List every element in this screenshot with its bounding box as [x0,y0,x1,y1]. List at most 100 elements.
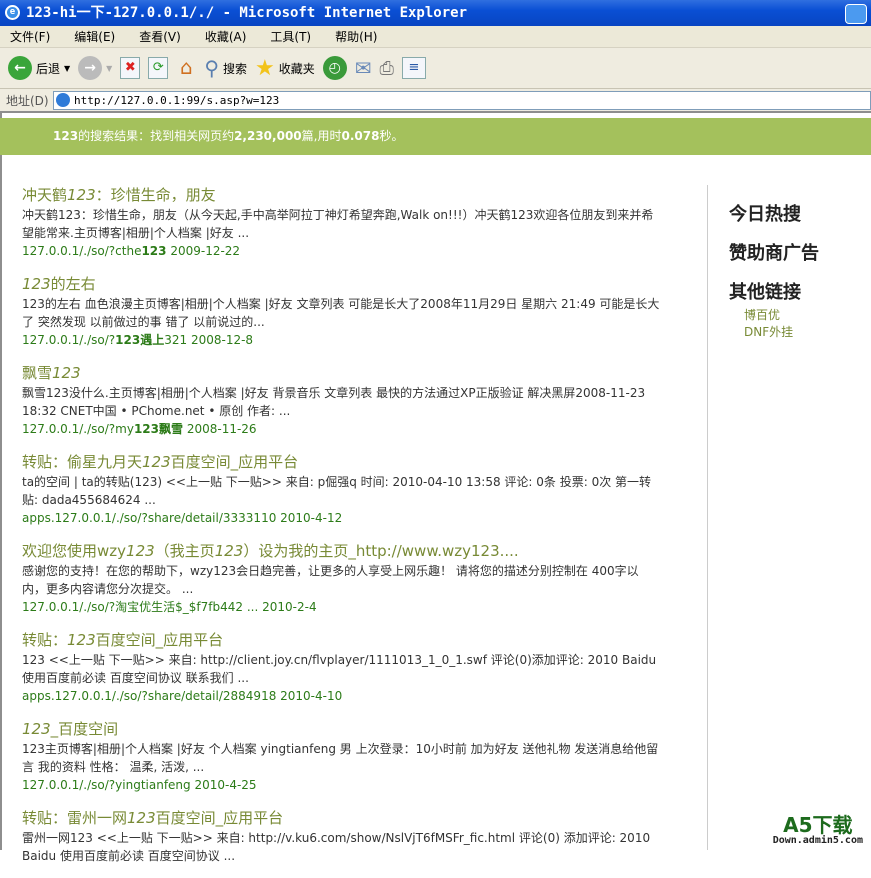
address-label: 地址(D) [6,94,49,108]
result-item: 转贴：雷州一网123百度空间_应用平台 雷州一网123 <<上一贴 下一贴>> 来… [22,807,687,865]
menu-help[interactable]: 帮助(H) [335,26,377,48]
url-segment: 123飘雪 [133,422,184,436]
title-segment: 123 [67,631,96,649]
divider [707,185,708,850]
result-url: 127.0.0.1/./so/?cthe123 2009-12-22 [22,242,687,260]
history-icon[interactable]: ◴ [322,56,347,80]
title-segment: 123 [214,542,244,560]
result-snippet: ta的空间 | ta的转贴(123) <<上一贴 下一贴>> 来自: p倔强q … [22,475,652,507]
watermark-logo: A5下载 Down.admin5.com [773,815,863,846]
summary-text: 篇,用时 [301,129,342,143]
url-segment: 127.0.0.1/./so/? [22,333,116,347]
title-segment: 123 [52,364,81,382]
minimize-button[interactable] [845,4,867,24]
summary-text: 秒。 [379,129,404,143]
result-title-link[interactable]: 123的左右 [22,273,687,295]
title-segment: 123 [142,453,171,471]
sponsor-ads-heading: 赞助商广告 [729,243,819,264]
search-button[interactable]: ⚲ 搜索 [204,56,247,80]
result-snippet: 123主页博客|相册|个人档案 |好友 个人档案 yingtianfeng 男 … [22,742,659,774]
title-segment: 冲天鹤 [22,186,68,204]
url-segment: 127.0.0.1/./so/?yingtianfeng 2010-4-25 [22,778,257,792]
url-segment: 127.0.0.1/./so/?my [22,422,134,436]
window-title-bar: e 123-hi一下-127.0.0.1/./ - Microsoft Inte… [0,0,871,26]
result-item: 123_百度空间 123主页博客|相册|个人档案 |好友 个人档案 yingtia… [22,718,687,794]
menu-file[interactable]: 文件(F) [10,26,50,48]
back-label: 后退 [36,61,61,76]
url-segment: 321 2008-12-8 [164,333,254,347]
result-item: 转贴：偷星九月天123百度空间_应用平台 ta的空间 | ta的转贴(123) <… [22,451,687,527]
menu-view[interactable]: 查看(V) [139,26,181,48]
result-title-link[interactable]: 123_百度空间 [22,718,687,740]
result-snippet: 感谢您的支持！在您的帮助下，wzy123会日趋完善，让更多的人享受上网乐趣！ 请… [22,564,639,596]
result-title-link[interactable]: 转贴：123百度空间_应用平台 [22,629,687,651]
result-title-link[interactable]: 飘雪123 [22,362,687,384]
url-segment: 127.0.0.1/./so/?淘宝优生活$_$f7fb442 ... 2010… [22,600,317,614]
ie-icon: e [5,5,20,20]
result-item: 冲天鹤123：珍惜生命，朋友 冲天鹤123：珍惜生命，朋友（从今天起,手中高举阿拉… [22,184,687,260]
result-snippet: 飘雪123没什么.主页博客|相册|个人档案 |好友 背景音乐 文章列表 最快的方… [22,386,646,418]
result-item: 欢迎您使用wzy123（我主页123）设为我的主页_http://www.wzy… [22,540,687,616]
url-segment: 123遇上 [115,333,165,347]
favorites-button[interactable]: ★ 收藏夹 [255,56,315,81]
title-segment: 飘雪 [22,364,53,382]
title-segment: ）设为我的主页_http://www.wzy123.... [243,542,519,560]
title-segment: 的左右 [50,275,96,293]
page-icon [56,93,70,107]
result-url: 127.0.0.1/./so/?123遇上321 2008-12-8 [22,331,687,349]
title-segment: 123 [22,720,51,738]
url-segment: 123 [141,244,167,258]
result-url: 127.0.0.1/./so/?my123飘雪 2008-11-26 [22,420,687,438]
mail-icon[interactable]: ✉ [355,56,372,80]
result-count: 2,230,000 [234,129,302,143]
title-segment: _百度空间 [50,720,119,738]
menu-tools[interactable]: 工具(T) [270,26,311,48]
result-item: 123的左右 123的左右 血色浪漫主页博客|相册|个人档案 |好友 文章列表 可… [22,273,687,349]
url-segment: apps.127.0.0.1/./so/?share/detail/333311… [22,511,343,525]
title-segment: 123 [67,186,96,204]
address-url: http://127.0.0.1:99/s.asp?w=123 [74,94,280,107]
title-segment: 123 [22,275,51,293]
title-segment: 转贴： [22,631,68,649]
title-segment: 123 [126,542,155,560]
result-url: apps.127.0.0.1/./so/?share/detail/288491… [22,687,687,705]
results-summary-banner: 123的搜索结果：找到相关网页约2,230,000篇,用时0.078秒。 [0,118,871,155]
menu-bar: 文件(F) 编辑(E) 查看(V) 收藏(A) 工具(T) 帮助(H) [0,26,871,48]
address-bar: 地址(D) http://127.0.0.1:99/s.asp?w=123 [0,89,871,113]
edit-icon[interactable]: ≡ [401,57,426,79]
result-url: apps.127.0.0.1/./so/?share/detail/333311… [22,509,687,527]
result-title-link[interactable]: 转贴：雷州一网123百度空间_应用平台 [22,807,687,829]
forward-arrow-icon: → [78,56,103,80]
menu-edit[interactable]: 编辑(E) [74,26,115,48]
hot-searches-heading: 今日热搜 [729,204,801,225]
search-icon: ⚲ [204,56,219,80]
url-segment: 127.0.0.1/./so/?cthe [22,244,142,258]
watermark-url: Down.admin5.com [772,835,863,846]
result-snippet: 雷州一网123 <<上一贴 下一贴>> 来自: http://v.ku6.com… [22,831,651,863]
toolbar: ← 后退 ▼ → ▼ ✖ ⟳ ⌂ ⚲ 搜索 ★ 收藏夹 ◴ ✉ ⎙ ≡ [0,48,871,89]
stop-icon[interactable]: ✖ [120,57,141,79]
search-label: 搜索 [222,61,247,76]
home-icon[interactable]: ⌂ [176,57,196,79]
refresh-icon[interactable]: ⟳ [148,57,169,79]
title-segment: 欢迎您使用wzy [22,542,127,560]
window-title: 123-hi一下-127.0.0.1/./ - Microsoft Intern… [26,5,468,21]
title-segment: 123 [127,809,156,827]
forward-button[interactable]: → ▼ [78,56,112,80]
title-segment: ：珍惜生命，朋友 [95,186,216,204]
sidebar-link[interactable]: 博百优 [744,307,819,324]
result-title-link[interactable]: 转贴：偷星九月天123百度空间_应用平台 [22,451,687,473]
frame-border [0,113,2,850]
print-icon[interactable]: ⎙ [380,58,394,79]
result-url: 127.0.0.1/./so/?yingtianfeng 2010-4-25 [22,776,687,794]
url-segment: apps.127.0.0.1/./so/?share/detail/288491… [22,689,343,703]
back-button[interactable]: ← 后退 ▼ [8,56,70,80]
elapsed-time: 0.078 [341,129,380,143]
sidebar-link[interactable]: DNF外挂 [744,324,819,341]
result-title-link[interactable]: 欢迎您使用wzy123（我主页123）设为我的主页_http://www.wzy… [22,540,687,562]
menu-favorites[interactable]: 收藏(A) [205,26,247,48]
result-snippet: 冲天鹤123：珍惜生命，朋友（从今天起,手中高举阿拉丁神灯希望奔跑,Walk o… [22,208,654,240]
title-segment: 转贴：雷州一网 [22,809,128,827]
address-input[interactable]: http://127.0.0.1:99/s.asp?w=123 [53,91,871,110]
result-title-link[interactable]: 冲天鹤123：珍惜生命，朋友 [22,184,687,206]
